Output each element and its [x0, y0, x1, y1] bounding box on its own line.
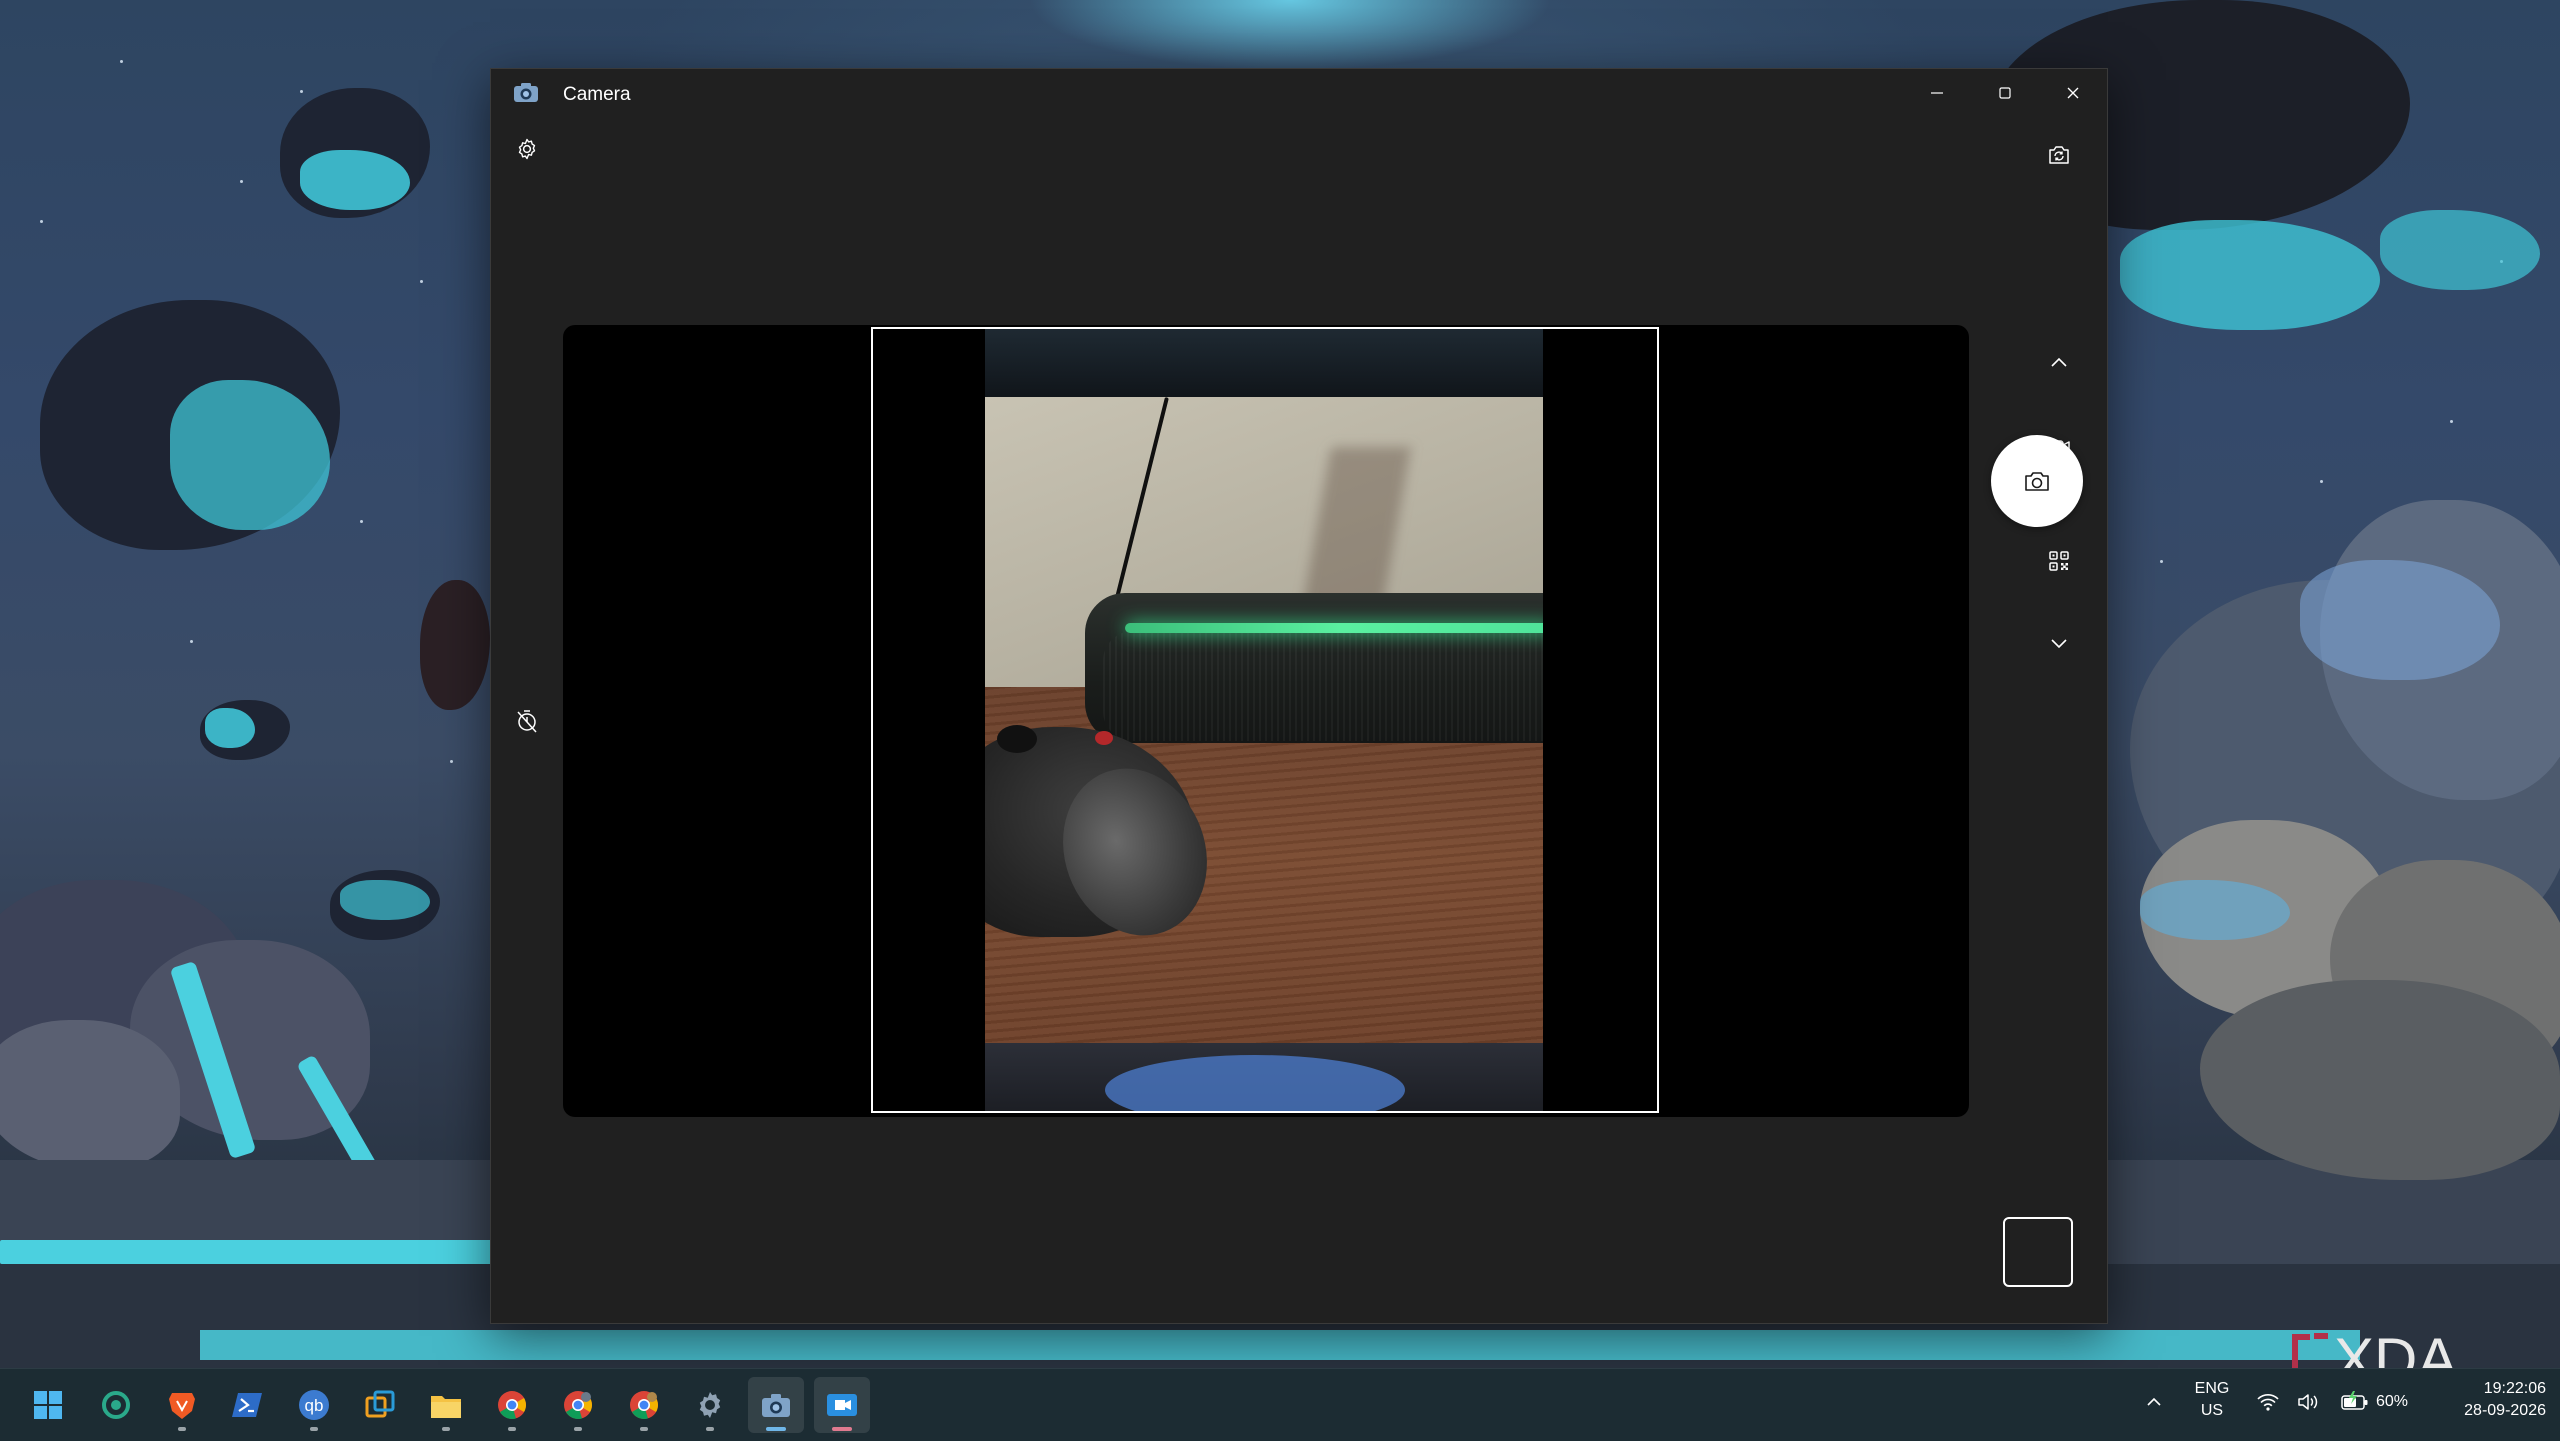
switch-camera-button[interactable] — [2037, 133, 2081, 177]
language-indicator[interactable]: ENG US — [2188, 1378, 2236, 1430]
battery-percent: 60% — [2376, 1393, 2409, 1410]
camera-app-icon — [513, 81, 539, 103]
battery-status[interactable] — [2340, 1390, 2370, 1417]
maximize-icon — [1999, 87, 2011, 99]
volume-status[interactable] — [2296, 1392, 2320, 1417]
camera-icon — [2025, 472, 2049, 491]
wifi-icon — [2257, 1394, 2279, 1411]
qbittorrent-icon: qb — [299, 1390, 329, 1420]
chrome-icon — [630, 1391, 658, 1420]
windows-logo-icon — [34, 1391, 62, 1419]
start-button[interactable] — [20, 1377, 76, 1433]
powershell-icon — [232, 1393, 262, 1417]
qr-scan-mode-button[interactable] — [2037, 539, 2081, 583]
clock[interactable]: 19:22:06 28-09-2026 — [2430, 1378, 2546, 1430]
take-photo-button[interactable] — [1991, 435, 2083, 527]
gear-icon — [699, 1392, 721, 1418]
taskbar-app-video[interactable] — [814, 1377, 870, 1433]
battery-charging-icon — [2341, 1391, 2368, 1410]
mode-scroll-up-button[interactable] — [2037, 341, 2081, 385]
camera-viewfinder[interactable] — [563, 325, 1969, 1117]
qr-code-icon — [2049, 551, 2069, 571]
last-capture-thumbnail[interactable] — [2003, 1217, 2073, 1287]
taskbar-app-ring[interactable] — [88, 1377, 144, 1433]
chevron-up-icon — [2051, 357, 2067, 367]
timer-off-icon — [517, 710, 537, 733]
close-button[interactable] — [2039, 69, 2107, 117]
framing-guide — [871, 327, 1659, 1113]
camera-switch-icon — [2049, 146, 2069, 164]
taskbar-app-chrome-2[interactable] — [550, 1377, 606, 1433]
clock-date: 28-09-2026 — [2464, 1402, 2546, 1419]
window-title: Camera — [563, 84, 631, 105]
ring-app-icon — [102, 1391, 130, 1419]
taskbar-app-qbittorrent[interactable]: qb — [286, 1377, 342, 1433]
minimize-button[interactable] — [1903, 69, 1971, 117]
clock-time: 19:22:06 — [2483, 1380, 2546, 1397]
speaker-icon — [2298, 1394, 2318, 1410]
tray-overflow-button[interactable] — [2144, 1392, 2164, 1417]
camera-app-window: Camera — [490, 68, 2108, 1324]
svg-text:qb: qb — [305, 1396, 324, 1415]
windows-squares-icon — [365, 1390, 395, 1418]
taskbar-app-squares[interactable] — [352, 1377, 408, 1433]
taskbar-app-chrome-3[interactable] — [616, 1377, 672, 1433]
language-code: ENG — [2194, 1380, 2230, 1397]
chevron-down-icon — [2051, 639, 2067, 649]
settings-button[interactable] — [505, 127, 549, 171]
system-tray: ENG US 60% 19:22:06 28-09-2026 — [2130, 1368, 2560, 1440]
taskbar-app-powershell[interactable] — [220, 1377, 276, 1433]
folder-icon — [431, 1396, 461, 1418]
mode-scroll-down-button[interactable] — [2037, 621, 2081, 665]
taskbar-app-camera[interactable] — [748, 1377, 804, 1433]
maximize-button[interactable] — [1971, 69, 2039, 117]
taskbar-app-file-explorer[interactable] — [418, 1377, 474, 1433]
chrome-icon — [564, 1391, 592, 1420]
taskbar-app-chrome[interactable] — [484, 1377, 540, 1433]
taskbar-app-settings[interactable] — [682, 1377, 738, 1433]
chrome-icon — [498, 1391, 526, 1420]
video-app-icon — [827, 1394, 857, 1416]
close-icon — [2067, 87, 2079, 99]
wifi-status[interactable] — [2256, 1392, 2280, 1417]
title-bar[interactable]: Camera — [491, 69, 2107, 121]
gear-icon — [518, 138, 536, 160]
camera-icon — [762, 1394, 790, 1417]
timer-button[interactable] — [505, 699, 549, 743]
region-code: US — [2200, 1402, 2224, 1419]
taskbar-app-brave[interactable] — [154, 1377, 210, 1433]
minimize-icon — [1931, 92, 1943, 94]
brave-browser-icon — [169, 1393, 195, 1419]
chevron-up-icon — [2147, 1397, 2161, 1406]
